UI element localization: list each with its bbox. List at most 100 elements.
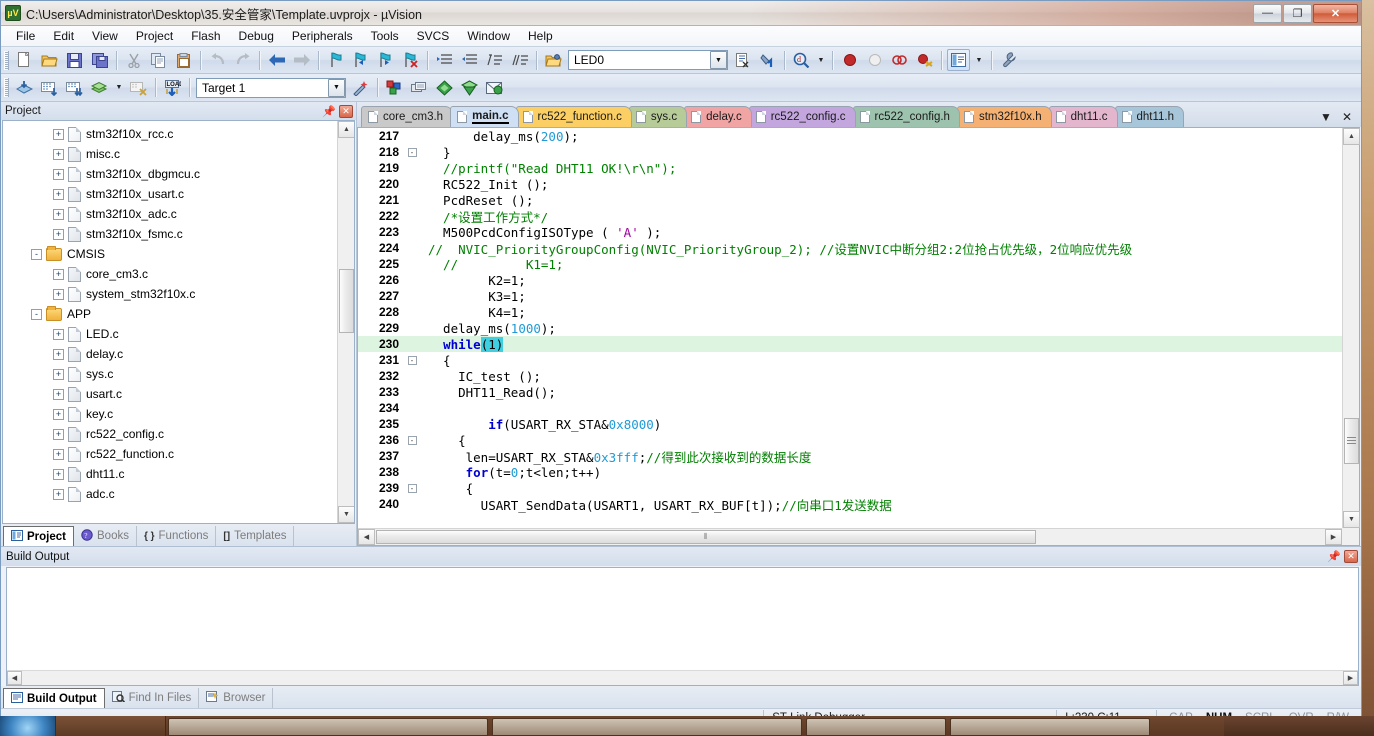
taskbar-item[interactable] [806,718,946,736]
window-layout-dropdown-icon[interactable]: ▼ [972,49,986,71]
editor-horizontal-scrollbar[interactable]: ◀ ⦀ ▶ [358,528,1342,545]
window-layout-icon[interactable] [947,49,970,71]
code-line[interactable]: 217 delay_ms(200); [358,128,1342,144]
code-line[interactable]: 231- { [358,352,1342,368]
configuration-icon[interactable] [997,49,1020,71]
pin-icon[interactable]: 📌 [1327,550,1341,563]
taskbar-item[interactable] [950,718,1150,736]
expand-icon[interactable]: + [53,468,64,480]
code-viewport[interactable]: 217 delay_ms(200); 218- } 219 //printf("Re… [358,128,1342,528]
copy-icon[interactable] [147,49,170,71]
editor-vertical-scrollbar[interactable]: ▲ ▼ [1342,128,1360,528]
source-browse-icon[interactable] [731,49,754,71]
tree-item-adc-c[interactable]: + adc.c [3,484,337,504]
menu-edit[interactable]: Edit [44,27,83,45]
tree-item-usart-c[interactable]: + usart.c [3,384,337,404]
fold-toggle-icon[interactable]: - [404,355,420,365]
build-icon[interactable] [38,77,61,99]
tree-item-rc522-function-c[interactable]: + rc522_function.c [3,444,337,464]
paste-icon[interactable] [172,49,195,71]
code-line[interactable]: 233 DHT11_Read(); [358,384,1342,400]
redo-icon[interactable] [231,49,254,71]
editor-tab-dht11-c[interactable]: dht11.c [1048,106,1118,127]
menu-view[interactable]: View [83,27,127,45]
code-line[interactable]: 230 while(1) [358,336,1342,352]
code-line[interactable]: 220 RC522_Init (); [358,176,1342,192]
menu-help[interactable]: Help [519,27,562,45]
navigate-back-icon[interactable] [265,49,288,71]
menu-file[interactable]: File [7,27,44,45]
code-line[interactable]: 224 // NVIC_PriorityGroupConfig(NVIC_Prio… [358,240,1342,257]
system-tray[interactable] [1224,716,1374,736]
build-output-text[interactable]: ◀ ▶ [6,567,1359,686]
code-line[interactable]: 218- } [358,144,1342,160]
scroll-right-icon[interactable]: ▶ [1343,671,1358,685]
tab-find-in-files[interactable]: Find In Files [105,688,200,708]
tab-templates[interactable]: [] Templates [216,526,295,546]
expand-icon[interactable]: + [53,268,64,280]
scrollbar-thumb[interactable] [339,269,354,333]
tab-build-output[interactable]: Build Output [3,688,105,708]
undo-icon[interactable] [206,49,229,71]
packs-install-icon[interactable] [433,77,456,99]
navigate-forward-icon[interactable] [290,49,313,71]
expand-icon[interactable]: + [53,408,64,420]
scroll-down-icon[interactable]: ▼ [1343,511,1360,528]
editor-tab-sys-c[interactable]: sys.c [628,106,688,127]
expand-icon[interactable]: + [53,128,64,140]
pack-green-icon[interactable] [458,77,481,99]
breakpoint-insert-icon[interactable] [838,49,861,71]
scroll-up-icon[interactable]: ▲ [1343,128,1360,145]
comment-icon[interactable] [483,49,506,71]
taskbar-item[interactable] [168,718,488,736]
save-icon[interactable] [63,49,86,71]
tree-item-stm32f10x-dbgmcu-c[interactable]: + stm32f10x_dbgmcu.c [3,164,337,184]
download-icon[interactable]: LOAD [161,77,184,99]
tree-item-stm32f10x-adc-c[interactable]: + stm32f10x_adc.c [3,204,337,224]
tree-item-sys-c[interactable]: + sys.c [3,364,337,384]
rebuild-icon[interactable] [63,77,86,99]
expand-icon[interactable]: + [53,188,64,200]
collapse-icon[interactable]: - [31,308,42,320]
expand-icon[interactable]: + [53,448,64,460]
target-combobox[interactable]: Target 1 ▼ [196,77,346,98]
code-line[interactable]: 235 if(USART_RX_STA&0x8000) [358,416,1342,432]
menu-window[interactable]: Window [458,27,519,45]
maximize-button[interactable]: ❐ [1283,3,1312,23]
stop-build-icon[interactable] [127,77,150,99]
code-line[interactable]: 228 K4=1; [358,304,1342,320]
expand-icon[interactable]: + [53,228,64,240]
code-line[interactable]: 225 // K1=1; [358,256,1342,272]
options-for-target-icon[interactable] [349,77,372,99]
minimize-button[interactable]: — [1253,3,1282,23]
tree-item-dht11-c[interactable]: + dht11.c [3,464,337,484]
tree-item-misc-c[interactable]: + misc.c [3,144,337,164]
translate-icon[interactable] [13,77,36,99]
tree-item-led-c[interactable]: + LED.c [3,324,337,344]
new-file-icon[interactable] [13,49,36,71]
expand-icon[interactable]: + [53,208,64,220]
taskbar-item[interactable] [492,718,802,736]
tree-item-stm32f10x-fsmc-c[interactable]: + stm32f10x_fsmc.c [3,224,337,244]
bookmark-clear-icon[interactable] [399,49,422,71]
code-line[interactable]: 232 IC_test (); [358,368,1342,384]
expand-icon[interactable]: + [53,168,64,180]
tree-item-app[interactable]: - APP [3,304,337,324]
editor-tab-rc522-function-c[interactable]: rc522_function.c [515,106,632,127]
tab-functions[interactable]: { } Functions [137,526,217,546]
project-tree[interactable]: + stm32f10x_rcc.c + misc.c + stm32f10x_dbgmcu… [3,121,337,523]
project-tree-scrollbar[interactable]: ▲ ▼ [337,121,354,523]
scrollbar-thumb[interactable]: ⦀ [376,530,1036,544]
fold-toggle-icon[interactable]: - [404,483,420,493]
scrollbar-thumb[interactable] [1344,418,1359,464]
code-line[interactable]: 237 len=USART_RX_STA&0x3fff;//得到此次接收到的数据… [358,448,1342,465]
expand-icon[interactable]: + [53,428,64,440]
close-button[interactable]: ✕ [1313,3,1358,23]
bookmark-toggle-icon[interactable] [324,49,347,71]
code-line[interactable]: 240 USART_SendData(USART1, USART_RX_BUF[… [358,496,1342,513]
expand-icon[interactable]: + [53,288,64,300]
collapse-icon[interactable]: - [31,248,42,260]
close-icon[interactable]: ✕ [1344,550,1358,563]
open-file-icon[interactable] [38,49,61,71]
bookmark-prev-icon[interactable] [349,49,372,71]
